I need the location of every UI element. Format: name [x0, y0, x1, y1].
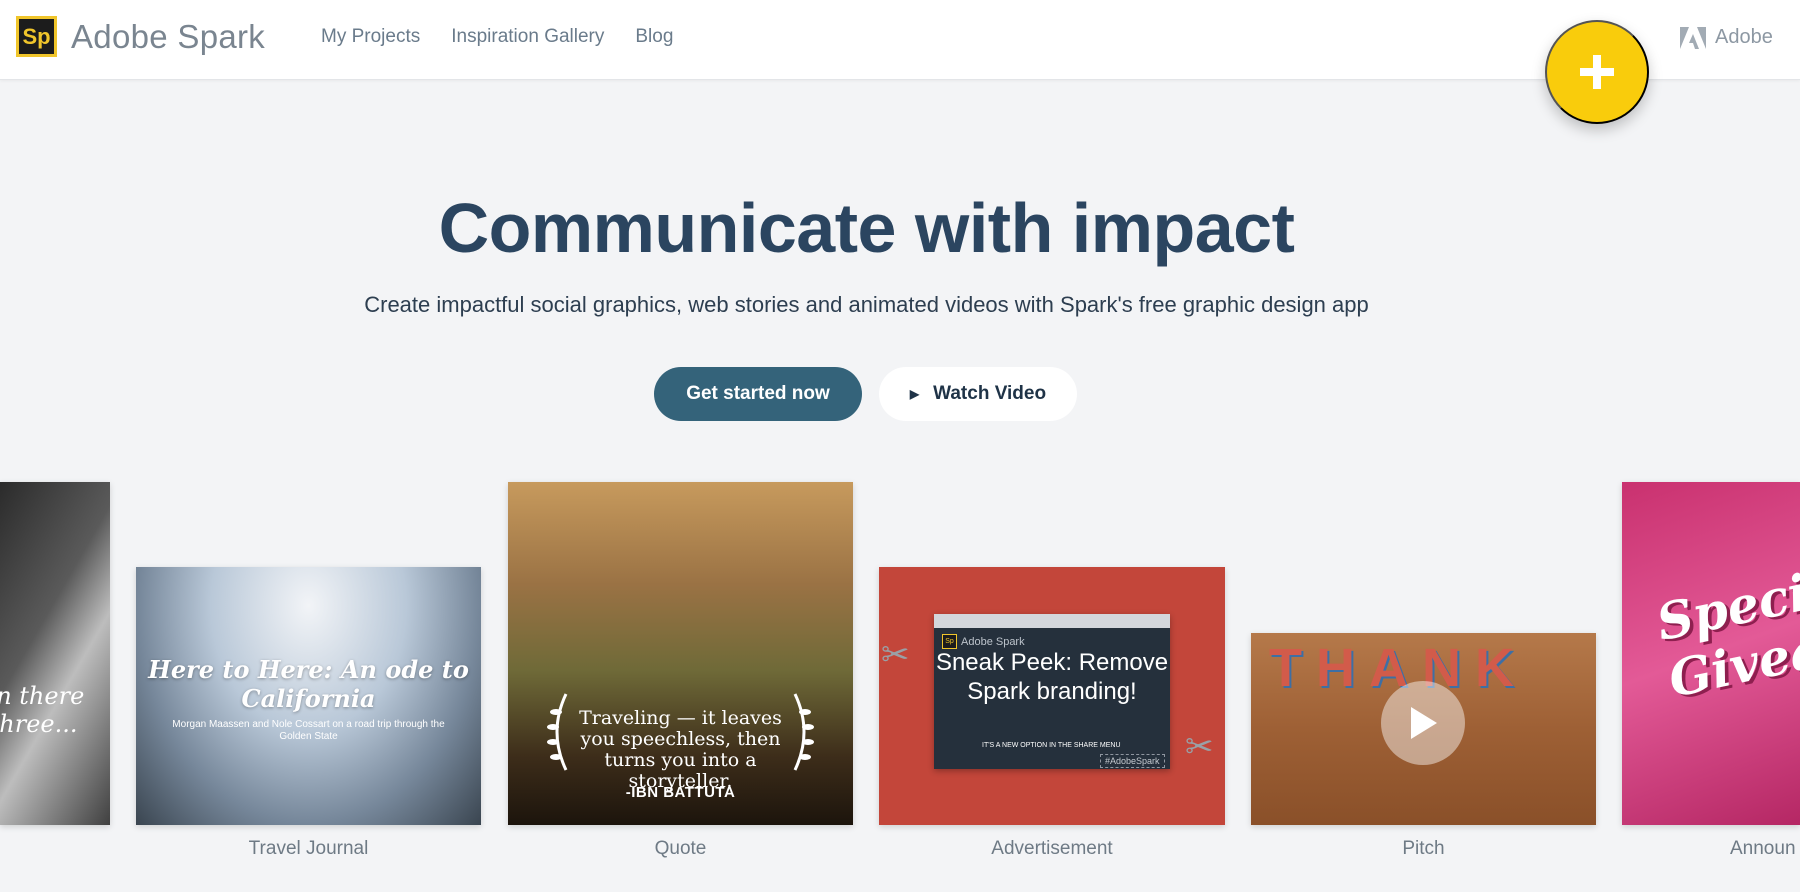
hero-subtitle: Create impactful social graphics, web st… — [364, 292, 1369, 317]
plus-icon — [1580, 55, 1614, 89]
quote-text: Traveling — it leaves you speechless, th… — [579, 707, 782, 792]
adobe-logo-icon — [1680, 26, 1706, 49]
card-announcement-partial[interactable]: Speci Givea — [1622, 482, 1800, 825]
get-started-button[interactable]: Get started now — [654, 367, 862, 421]
card-pitch[interactable]: THANK — [1251, 633, 1596, 825]
ad-tag: #AdobeSpark — [1100, 754, 1165, 768]
card-hand-partial[interactable]: en there three... — [0, 482, 110, 825]
adobe-label: Adobe — [1715, 26, 1773, 48]
spark-logo-icon[interactable]: Sp — [16, 16, 57, 57]
video-play-button[interactable] — [1381, 681, 1465, 765]
ad-headline: Sneak Peek: Remove Spark branding! — [935, 649, 1169, 705]
watch-video-label: Watch Video — [933, 383, 1047, 404]
card-advertisement[interactable]: ✂ Sp Adobe Spark Sneak Peek: Remove Spar… — [879, 567, 1225, 825]
card-label-announcement[interactable]: Announ — [1730, 838, 1800, 860]
nav-blog[interactable]: Blog — [635, 26, 673, 48]
card-hand-text: en there three... — [0, 682, 85, 738]
ad-brand-label: Adobe Spark — [961, 635, 1025, 648]
scissors-icon: ✂ — [1185, 728, 1214, 766]
card-travel-journal[interactable]: Here to Here: An ode to California Morga… — [136, 567, 481, 825]
card-label-advertisement[interactable]: Advertisement — [879, 838, 1225, 860]
card-label-pitch[interactable]: Pitch — [1251, 838, 1596, 860]
announcement-text: Speci Givea — [1651, 562, 1800, 709]
quote-author: -IBN BATTUTA — [625, 784, 736, 801]
travel-card-subtitle: Morgan Maassen and Nole Cossart on a roa… — [172, 719, 445, 742]
card-label-travel-journal[interactable]: Travel Journal — [136, 838, 481, 860]
nav-inspiration-gallery[interactable]: Inspiration Gallery — [451, 26, 604, 48]
ad-note: IT'S A NEW OPTION IN THE SHARE MENU — [982, 742, 1121, 749]
card-quote[interactable]: Traveling — it leaves you speechless, th… — [508, 482, 853, 825]
watch-video-button[interactable]: ▶ Watch Video — [879, 367, 1077, 421]
nav-my-projects[interactable]: My Projects — [321, 26, 420, 48]
main-nav: My Projects Inspiration Gallery Blog — [321, 26, 673, 48]
ad-window-bar — [934, 614, 1170, 628]
spark-mini-logo-icon: Sp — [942, 634, 957, 649]
top-nav-bar: Sp Adobe Spark My Projects Inspiration G… — [0, 0, 1800, 80]
play-icon — [1411, 707, 1437, 739]
travel-card-title: Here to Here: An ode to California — [148, 655, 469, 713]
ad-brand-row: Sp Adobe Spark — [942, 634, 1025, 649]
adobe-link[interactable]: Adobe — [1680, 26, 1773, 49]
ad-preview-window: Sp Adobe Spark Sneak Peek: Remove Spark … — [934, 614, 1170, 769]
hero-title: Communicate with impact — [438, 189, 1295, 267]
card-label-quote[interactable]: Quote — [508, 838, 853, 860]
brand-name[interactable]: Adobe Spark — [71, 18, 265, 56]
play-icon: ▶ — [909, 387, 920, 401]
scissors-icon: ✂ — [881, 636, 910, 674]
create-new-button[interactable] — [1545, 20, 1649, 124]
